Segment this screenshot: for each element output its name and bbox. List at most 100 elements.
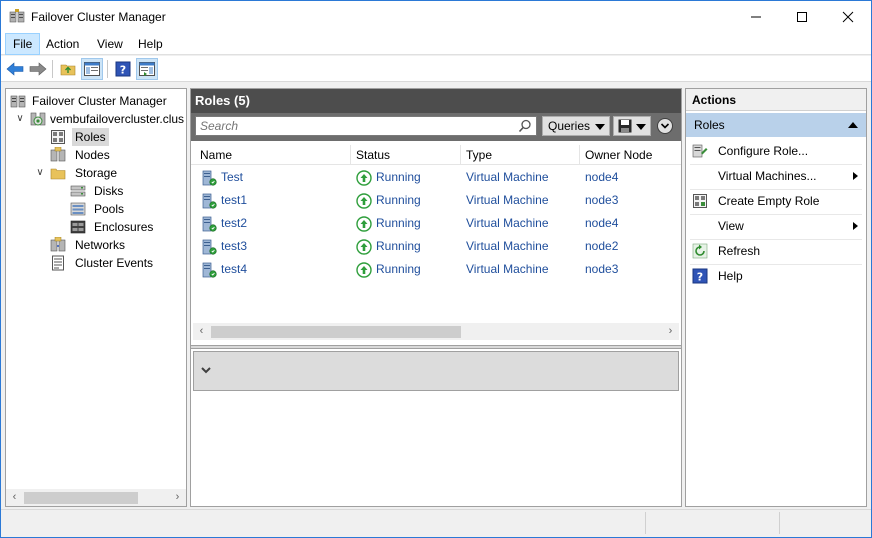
collapse-chevron-icon[interactable]: ∨ [14,113,26,125]
search-icon[interactable] [518,119,532,133]
back-button[interactable] [4,58,26,80]
dropdown-arrow-icon [595,124,605,130]
toolbar: ? [1,56,871,82]
search-input[interactable] [196,117,506,135]
grid-horizontal-scrollbar[interactable]: ‹ › [193,323,679,340]
scroll-right-arrow-icon[interactable]: › [662,323,679,340]
queries-button[interactable]: Queries [542,116,610,136]
show-hide-action-pane-icon [139,62,155,76]
scroll-thumb[interactable] [24,492,138,504]
tree-item-roles[interactable]: Roles [10,128,186,146]
show-hide-console-tree-button[interactable] [81,58,103,80]
details-panel [193,351,679,391]
help-icon: ? [115,61,131,77]
pane-splitter[interactable] [191,345,681,349]
show-hide-action-pane-button[interactable] [136,58,158,80]
scroll-left-arrow-icon[interactable]: ‹ [6,489,23,506]
tree-label: Storage [75,166,118,180]
action-label: Help [718,269,743,283]
role-owner-node: node3 [585,193,619,207]
menu-view[interactable]: View [90,33,130,55]
collapse-arrow-icon[interactable] [848,122,858,128]
role-name: test4 [221,262,248,276]
queries-label: Queries [548,119,591,133]
minimize-button[interactable] [733,1,779,32]
table-row[interactable]: test2 Running Virtual Machine node4 [191,212,681,235]
close-button[interactable] [825,1,871,32]
chevron-down-icon[interactable] [200,364,212,376]
menu-file[interactable]: File [5,33,41,55]
title-bar[interactable]: Failover Cluster Manager [1,1,871,33]
tree-item-disks[interactable]: Disks [10,182,186,200]
pane-header: Roles (5) [191,89,681,113]
role-owner-node: node4 [585,170,619,184]
table-row[interactable]: test1 Running Virtual Machine node3 [191,189,681,212]
column-header-type[interactable]: Type [461,145,580,165]
action-label: Configure Role... [718,144,809,158]
search-box[interactable] [195,116,537,136]
tree-label: vembufailovercluster.clus [50,112,185,126]
forward-icon [29,62,47,76]
help-button[interactable]: ? [112,58,134,80]
tree-item-nodes[interactable]: Nodes [10,146,186,164]
role-name: test3 [221,239,248,253]
tree-item-enclosures[interactable]: Enclosures [10,218,186,236]
action-label: Refresh [718,244,761,258]
maximize-button[interactable] [779,1,825,32]
scroll-thumb[interactable] [211,326,461,338]
action-view[interactable]: View [686,214,866,238]
close-icon [842,11,854,22]
configure-role-icon [692,144,708,158]
tree-horizontal-scrollbar[interactable]: ‹ › [6,489,186,506]
expand-collapse-button[interactable] [657,118,673,134]
scroll-left-arrow-icon[interactable]: ‹ [193,323,210,340]
submenu-arrow-icon [853,172,858,180]
svg-text:?: ? [697,271,703,284]
actions-section-roles[interactable]: Roles [686,113,866,137]
menu-help[interactable]: Help [131,33,170,55]
save-query-button[interactable] [613,116,651,136]
role-type: Virtual Machine [466,239,549,253]
column-header-name[interactable]: Name [195,145,351,165]
action-create-empty-role[interactable]: Create Empty Role [686,189,866,213]
role-owner-node: node4 [585,216,619,230]
virtual-machine-icon [202,262,217,278]
filter-bar: Queries [191,113,681,141]
menu-bar: File Action View Help [1,33,871,55]
running-status-icon [356,262,372,278]
save-icon [618,119,632,133]
table-row[interactable]: Test Running Virtual Machine node4 [191,166,681,189]
tree-label: Enclosures [94,220,154,234]
toolbar-separator [107,60,108,78]
running-status-icon [356,193,372,209]
tree-label: Networks [75,238,126,252]
tree-item-cluster-events[interactable]: Cluster Events [10,254,186,272]
up-one-level-button[interactable] [57,58,79,80]
action-virtual-machines[interactable]: Virtual Machines... [686,164,866,188]
role-status: Running [376,170,421,184]
scroll-right-arrow-icon[interactable]: › [169,489,186,506]
tree-item-networks[interactable]: Networks [10,236,186,254]
table-row[interactable]: test3 Running Virtual Machine node2 [191,235,681,258]
tree-item-failover-cluster-manager[interactable]: Failover Cluster Manager [10,92,186,110]
column-header-status[interactable]: Status [351,145,461,165]
collapse-chevron-icon[interactable]: ∨ [34,167,46,179]
tree-item-storage[interactable]: ∨ Storage [10,164,186,182]
tree-item-pools[interactable]: Pools [10,200,186,218]
role-status: Running [376,216,421,230]
forward-button[interactable] [27,58,49,80]
toolbar-separator [52,60,53,78]
action-refresh[interactable]: Refresh [686,239,866,263]
nodes-icon [50,147,66,162]
menu-action[interactable]: Action [39,33,86,55]
column-header-owner-node[interactable]: Owner Node [580,145,680,165]
table-row[interactable]: test4 Running Virtual Machine node3 [191,258,681,281]
tree-item-cluster[interactable]: ∨ vembufailovercluster.clus [10,110,186,128]
main-window: Failover Cluster Manager File Action Vie… [0,0,872,538]
action-help[interactable]: ? Help [686,264,866,288]
tree-label: Cluster Events [75,256,154,270]
action-configure-role[interactable]: Configure Role... [686,139,866,163]
role-type: Virtual Machine [466,193,549,207]
status-cell [779,512,869,534]
create-empty-role-icon [693,194,707,208]
